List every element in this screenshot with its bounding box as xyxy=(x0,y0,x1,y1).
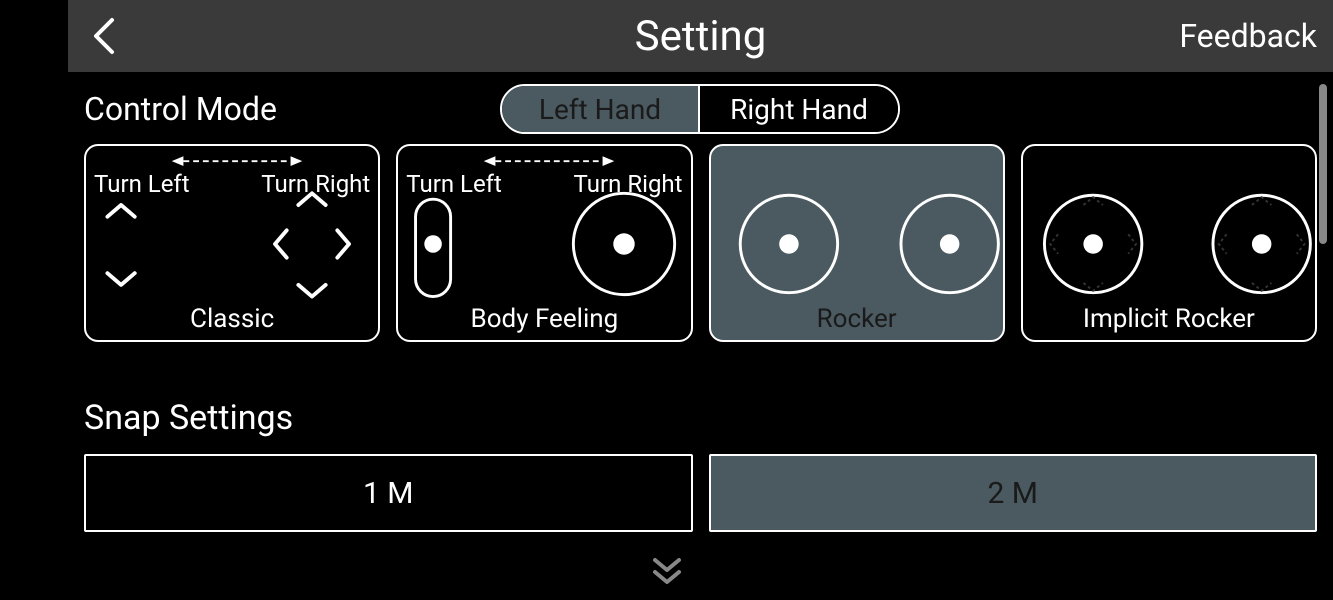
hand-toggle: Left Hand Right Hand xyxy=(500,84,900,134)
top-bar: Setting Feedback xyxy=(68,0,1333,72)
mode-label: Implicit Rocker xyxy=(1023,304,1315,334)
page-title: Setting xyxy=(635,12,767,61)
control-mode-header-row: Control Mode Left Hand Right Hand xyxy=(84,90,1317,128)
mode-card-rocker[interactable]: Rocker xyxy=(709,144,1005,342)
mode-label: Body Feeling xyxy=(398,304,690,334)
snap-option-2m[interactable]: 2 M xyxy=(709,454,1318,532)
double-chevron-down-icon xyxy=(647,552,687,592)
chevron-left-icon xyxy=(90,16,118,56)
control-mode-grid: Turn Left Turn Right Classic Turn Left xyxy=(84,144,1317,342)
control-mode-label: Control Mode xyxy=(84,90,277,128)
mode-card-body-feeling[interactable]: Turn Left Turn Right Body Feeling xyxy=(396,144,692,342)
hand-option-left[interactable]: Left Hand xyxy=(502,86,700,132)
mode-label: Rocker xyxy=(711,304,1003,334)
snap-settings-section: Snap Settings 1 M 2 M xyxy=(84,398,1317,532)
feedback-button[interactable]: Feedback xyxy=(1179,17,1317,55)
scroll-down-indicator[interactable] xyxy=(647,552,687,592)
snap-options-row: 1 M 2 M xyxy=(84,454,1317,532)
hand-option-right[interactable]: Right Hand xyxy=(700,86,898,132)
back-button[interactable] xyxy=(84,16,124,56)
snap-settings-label: Snap Settings xyxy=(84,398,1317,438)
mode-card-implicit-rocker[interactable]: Implicit Rocker xyxy=(1021,144,1317,342)
snap-option-1m[interactable]: 1 M xyxy=(84,454,693,532)
scrollbar[interactable] xyxy=(1319,72,1329,600)
scrollbar-thumb[interactable] xyxy=(1319,84,1327,244)
mode-label: Classic xyxy=(86,304,378,334)
content-area: Control Mode Left Hand Right Hand Turn L… xyxy=(68,72,1333,600)
mode-card-classic[interactable]: Turn Left Turn Right Classic xyxy=(84,144,380,342)
